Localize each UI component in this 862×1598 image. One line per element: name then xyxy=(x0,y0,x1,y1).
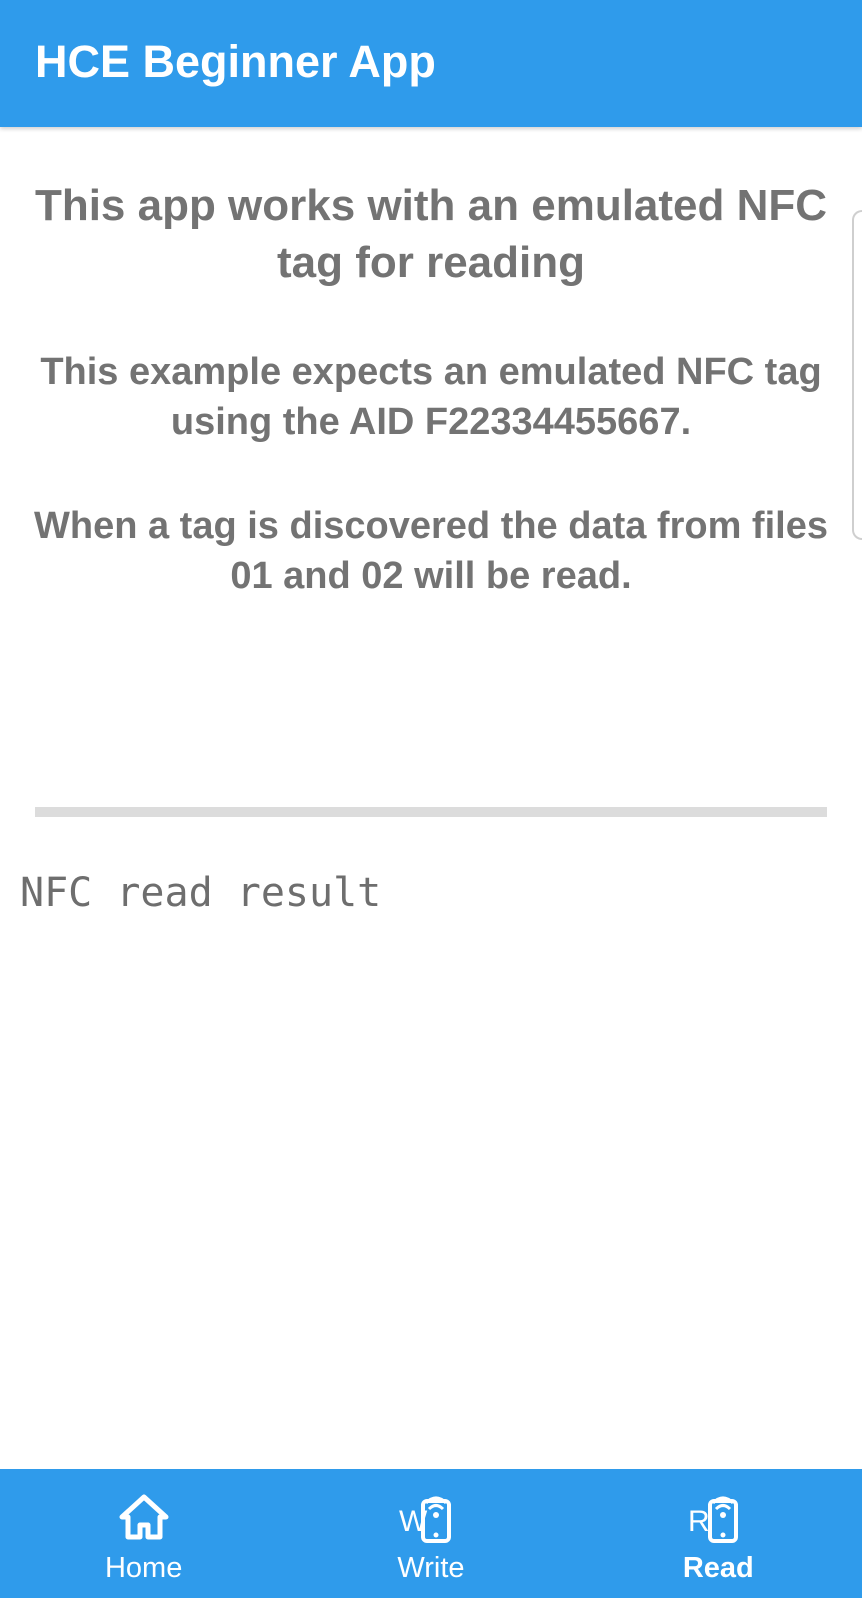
nav-label-read: Read xyxy=(682,1552,754,1584)
nfc-read-icon: R xyxy=(688,1496,739,1543)
info-heading: This app works with an emulated NFC tag … xyxy=(34,181,828,287)
read-icon-letter: R xyxy=(688,1505,710,1538)
nav-item-read[interactable]: R Read xyxy=(575,1469,862,1598)
nav-label-write: Write xyxy=(397,1552,465,1584)
nav-item-write[interactable]: W Write xyxy=(287,1469,574,1598)
screen: HCE Beginner App This app works with an … xyxy=(0,0,862,1598)
aid-description: This example expects an emulated NFC tag… xyxy=(40,351,822,443)
nav-item-home[interactable]: Home xyxy=(0,1469,287,1598)
bottom-navigation: Home W Write R Read xyxy=(0,1469,862,1598)
nfc-write-icon: W xyxy=(399,1496,451,1543)
app-bar: HCE Beginner App xyxy=(0,0,862,127)
files-description: When a tag is discovered the data from f… xyxy=(34,505,828,597)
side-panel-handle[interactable] xyxy=(852,210,862,540)
home-icon xyxy=(119,1494,169,1540)
nav-label-home: Home xyxy=(104,1552,183,1584)
app-title: HCE Beginner App xyxy=(35,36,436,87)
divider xyxy=(35,807,827,817)
nfc-read-result-text: NFC read result xyxy=(20,870,382,916)
